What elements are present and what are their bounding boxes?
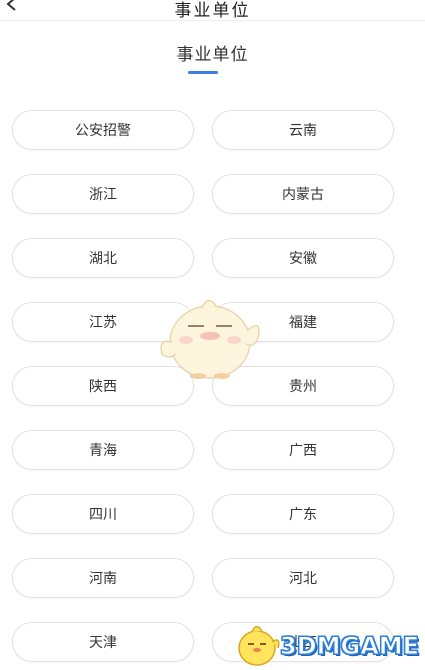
category-chip[interactable]: 安徽: [212, 238, 394, 278]
category-chip[interactable]: 天津: [12, 622, 194, 662]
category-chip[interactable]: 浙江: [12, 174, 194, 214]
category-chip[interactable]: 湖北: [12, 238, 194, 278]
category-chip[interactable]: 云南: [212, 110, 394, 150]
category-chip[interactable]: 广西: [212, 430, 394, 470]
chick-mascot-icon: [160, 299, 260, 379]
category-chip[interactable]: 内蒙古: [212, 174, 394, 214]
page-title: 事业单位: [174, 1, 251, 21]
category-grid: 公安招警 云南 浙江 内蒙古 湖北 安徽 江苏 福建 陕西 贵州 青海 广西 四…: [12, 110, 396, 662]
watermark-text: 3DMGAME: [279, 632, 420, 661]
category-chip[interactable]: 河北: [212, 558, 394, 598]
chick-mascot-icon: [238, 626, 280, 666]
category-chip[interactable]: 公安招警: [12, 110, 194, 150]
top-navigation-bar: 事业单位: [0, 0, 425, 21]
category-chip[interactable]: 广东: [212, 494, 394, 534]
watermark: 3DMGAME: [232, 618, 425, 670]
category-chip[interactable]: 青海: [12, 430, 194, 470]
category-chip[interactable]: 河南: [12, 558, 194, 598]
section-title: 事业单位: [176, 45, 249, 65]
category-chip[interactable]: 四川: [12, 494, 194, 534]
active-tab-indicator: [188, 71, 218, 74]
